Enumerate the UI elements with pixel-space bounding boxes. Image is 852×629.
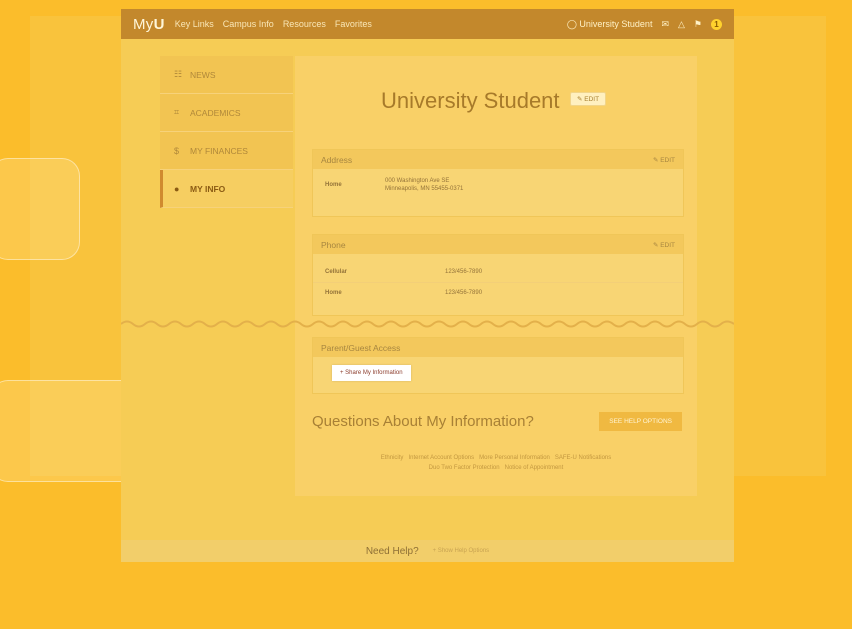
notification-badge[interactable]: 1 xyxy=(711,18,722,30)
link-duo-two-factor[interactable]: Duo Two Factor Protection xyxy=(429,465,500,471)
sidebar-item-news[interactable]: ☷ NEWS xyxy=(160,56,293,94)
need-help-label: Need Help? xyxy=(365,545,419,557)
my-info-card: University Student ✎ EDIT Address ✎ EDIT… xyxy=(295,56,697,496)
phone-row: Home 123/456-7890 xyxy=(313,283,683,303)
phone-panel: Phone ✎ EDIT Cellular 123/456-7890 Home … xyxy=(312,234,684,316)
top-navigation-bar: MyU Key Links Campus Info Resources Favo… xyxy=(121,9,734,39)
sidebar-item-label: MY INFO xyxy=(190,183,226,194)
link-notice-of-appointment[interactable]: Notice of Appointment xyxy=(505,465,564,471)
link-safe-u-notifications[interactable]: SAFE-U Notifications xyxy=(555,455,611,461)
dollar-icon: $ xyxy=(174,145,180,156)
person-icon: ● xyxy=(174,183,180,194)
top-right-controls: ◯ University Student ✉ △ ⚑ 1 xyxy=(567,18,722,30)
related-links: Ethnicity Internet Account Options More … xyxy=(315,453,677,473)
torn-edge-divider xyxy=(121,320,734,328)
phone-value: 123/456-7890 xyxy=(445,290,483,296)
guest-access-title: Parent/Guest Access xyxy=(321,342,401,353)
link-more-personal-information[interactable]: More Personal Information xyxy=(479,455,550,461)
myu-app-window: MyU Key Links Campus Info Resources Favo… xyxy=(121,9,734,562)
nav-campus-info[interactable]: Campus Info xyxy=(223,19,274,29)
sidebar-item-my-finances[interactable]: $ MY FINANCES xyxy=(160,132,293,170)
alert-icon[interactable]: △ xyxy=(678,19,685,30)
sidebar-item-label: NEWS xyxy=(190,69,216,80)
guest-access-panel: Parent/Guest Access + Share My Informati… xyxy=(312,337,684,394)
show-help-options-link[interactable]: + Show Help Options xyxy=(433,548,490,554)
address-header: Address ✎ EDIT xyxy=(313,150,683,169)
sidebar-item-academics[interactable]: ⌗ ACADEMICS xyxy=(160,94,293,132)
address-title: Address xyxy=(321,154,353,165)
address-value: 000 Washington Ave SE Minneapolis, MN 554… xyxy=(385,178,464,192)
phone-type: Cellular xyxy=(325,269,348,275)
decorative-shape-top xyxy=(0,158,80,260)
phone-type: Home xyxy=(325,290,342,296)
see-help-options-button[interactable]: SEE HELP OPTIONS xyxy=(599,411,682,431)
questions-bar: Questions About My Information? SEE HELP… xyxy=(312,406,682,436)
address-row: Home 000 Washington Ave SE Minneapolis, M… xyxy=(313,169,683,201)
mail-icon[interactable]: ✉ xyxy=(661,19,669,30)
phone-header: Phone ✎ EDIT xyxy=(313,235,683,254)
sidebar-item-label: ACADEMICS xyxy=(190,107,241,118)
phone-value: 123/456-7890 xyxy=(445,269,483,275)
address-panel: Address ✎ EDIT Home 000 Washington Ave S… xyxy=(312,149,684,217)
edit-address-button[interactable]: ✎ EDIT xyxy=(653,156,675,164)
sidebar-nav: ☷ NEWS ⌗ ACADEMICS $ MY FINANCES ● MY IN… xyxy=(160,56,293,208)
edit-name-button[interactable]: ✎ EDIT xyxy=(570,92,607,106)
nav-key-links[interactable]: Key Links xyxy=(175,19,214,29)
link-ethnicity[interactable]: Ethnicity xyxy=(381,455,404,461)
questions-heading: Questions About My Information? xyxy=(312,412,534,430)
myu-logo[interactable]: MyU xyxy=(133,16,165,33)
sidebar-item-my-info[interactable]: ● MY INFO xyxy=(160,170,293,208)
academics-icon: ⌗ xyxy=(174,107,180,117)
nav-resources[interactable]: Resources xyxy=(283,19,326,29)
link-internet-account-options[interactable]: Internet Account Options xyxy=(408,455,474,461)
flag-icon[interactable]: ⚑ xyxy=(694,19,702,30)
phone-row: Cellular 123/456-7890 xyxy=(313,262,683,283)
nav-favorites[interactable]: Favorites xyxy=(335,19,372,29)
address-type: Home xyxy=(325,182,342,188)
edit-phone-button[interactable]: ✎ EDIT xyxy=(653,241,675,249)
user-menu[interactable]: ◯ University Student xyxy=(567,19,653,30)
guest-access-header: Parent/Guest Access xyxy=(313,338,683,357)
page-title: University Student xyxy=(381,88,560,113)
news-icon: ☷ xyxy=(174,69,183,79)
share-my-information-button[interactable]: + Share My Information xyxy=(332,365,411,381)
help-footer: Need Help? + Show Help Options xyxy=(121,540,734,562)
phone-title: Phone xyxy=(321,239,346,250)
sidebar-item-label: MY FINANCES xyxy=(190,145,248,156)
